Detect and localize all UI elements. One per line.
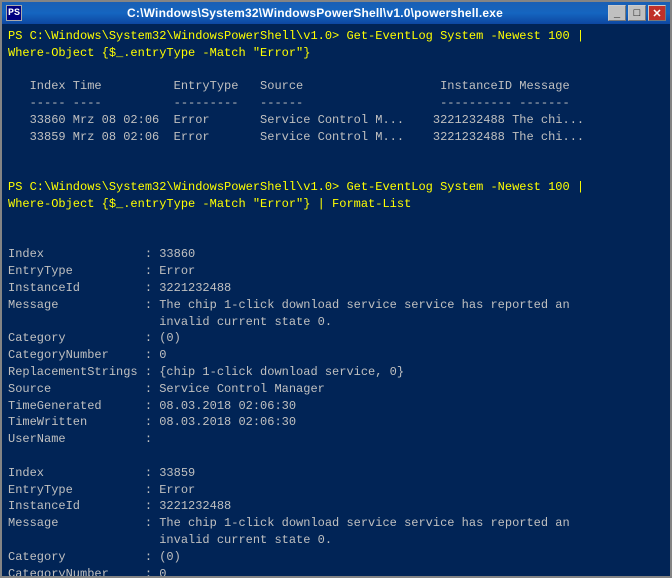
console-line: invalid current state 0.: [8, 315, 332, 329]
maximize-button[interactable]: □: [628, 5, 646, 21]
console-line: Message : The chip 1-click download serv…: [8, 516, 570, 530]
console-line: PS C:\Windows\System32\WindowsPowerShell…: [8, 29, 584, 43]
console-line: Where-Object {$_.entryType -Match "Error…: [8, 197, 411, 211]
console-line: Category : (0): [8, 550, 181, 564]
console-line: InstanceId : 3221232488: [8, 281, 231, 295]
window-icon: PS: [6, 5, 22, 21]
console-line: TimeGenerated : 08.03.2018 02:06:30: [8, 399, 296, 413]
console-output[interactable]: PS C:\Windows\System32\WindowsPowerShell…: [2, 24, 670, 576]
console-line: invalid current state 0.: [8, 533, 332, 547]
console-line: Index : 33859: [8, 466, 195, 480]
console-line: PS C:\Windows\System32\WindowsPowerShell…: [8, 180, 584, 194]
console-line: Where-Object {$_.entryType -Match "Error…: [8, 46, 310, 60]
powershell-window: PS C:\Windows\System32\WindowsPowerShell…: [0, 0, 672, 578]
console-line: Index : 33860: [8, 247, 195, 261]
console-line: 33860 Mrz 08 02:06 Error Service Control…: [8, 113, 584, 127]
console-line: ReplacementStrings : {chip 1-click downl…: [8, 365, 404, 379]
console-line: UserName :: [8, 432, 152, 446]
minimize-button[interactable]: _: [608, 5, 626, 21]
console-line: ----- ---- --------- ------ ---------- -…: [8, 96, 570, 110]
console-line: Message : The chip 1-click download serv…: [8, 298, 570, 312]
title-bar: PS C:\Windows\System32\WindowsPowerShell…: [2, 2, 670, 24]
console-line: CategoryNumber : 0: [8, 567, 166, 577]
window-title: C:\Windows\System32\WindowsPowerShell\v1…: [22, 6, 608, 20]
console-line: EntryType : Error: [8, 483, 195, 497]
title-buttons: _ □ ✕: [608, 5, 666, 21]
close-button[interactable]: ✕: [648, 5, 666, 21]
console-line: InstanceId : 3221232488: [8, 499, 231, 513]
console-line: Index Time EntryType Source InstanceID M…: [8, 79, 570, 93]
console-line: Source : Service Control Manager: [8, 382, 325, 396]
console-line: CategoryNumber : 0: [8, 348, 166, 362]
console-line: TimeWritten : 08.03.2018 02:06:30: [8, 415, 296, 429]
console-line: EntryType : Error: [8, 264, 195, 278]
console-line: 33859 Mrz 08 02:06 Error Service Control…: [8, 130, 584, 144]
console-line: Category : (0): [8, 331, 181, 345]
